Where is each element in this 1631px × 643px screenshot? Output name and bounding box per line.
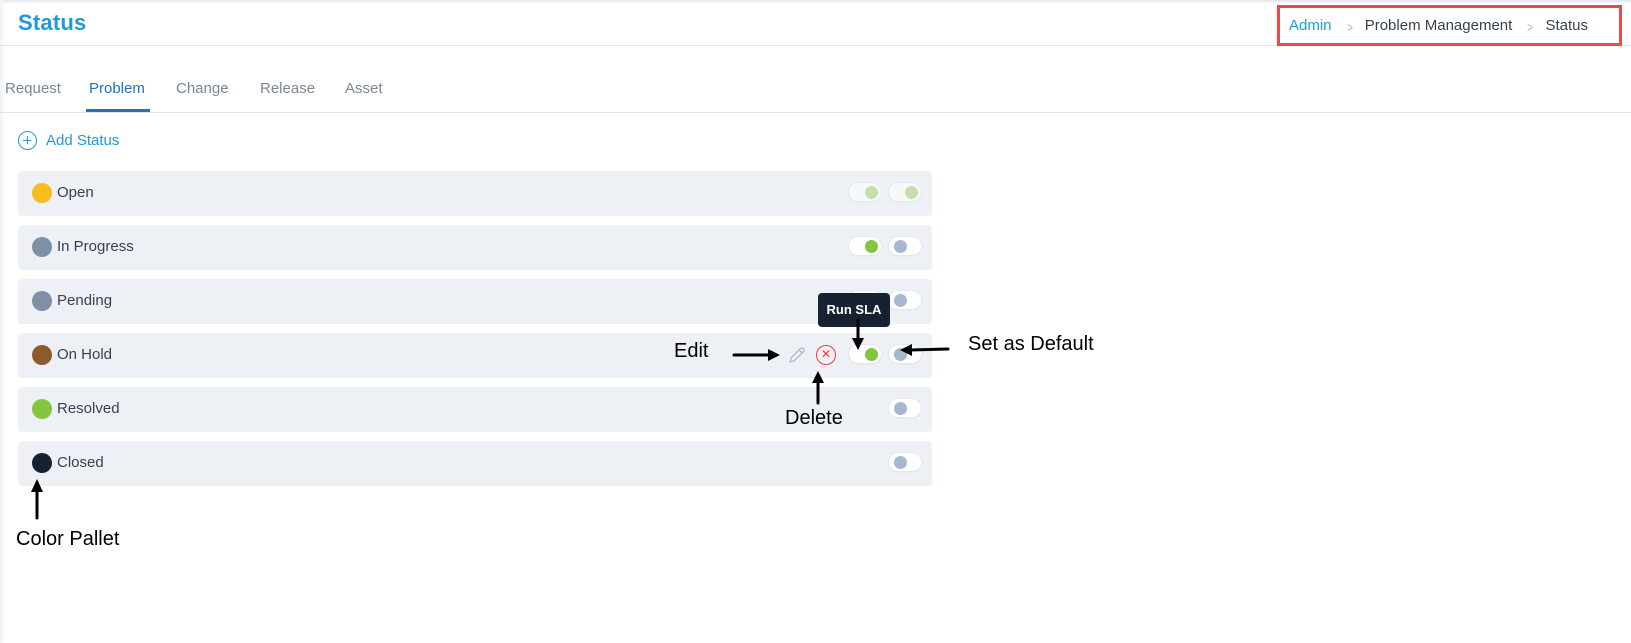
page-header: Status Admin > Problem Management > Stat… <box>0 0 1631 46</box>
toggle-knob <box>865 240 878 253</box>
set-default-toggle[interactable] <box>889 291 921 309</box>
arrow-right-icon <box>732 349 780 361</box>
add-status-button[interactable]: Add Status <box>18 131 119 150</box>
chevron-right-icon: > <box>1346 18 1353 35</box>
status-row-on-hold: On Hold ✕ <box>18 333 932 378</box>
page-title: Status <box>18 10 87 35</box>
tab-change[interactable]: Change <box>176 80 229 97</box>
annotation-color-pallet: Color Pallet <box>16 528 120 550</box>
tab-request[interactable]: Request <box>5 80 61 97</box>
toggle-knob <box>894 402 907 415</box>
chevron-right-icon: > <box>1527 18 1534 35</box>
color-pallet-dot[interactable] <box>32 345 52 365</box>
arrow-down-icon <box>852 318 864 350</box>
toggle-knob <box>894 456 907 469</box>
breadcrumb-problem-management[interactable]: Problem Management <box>1365 17 1513 34</box>
status-name: Pending <box>57 292 113 309</box>
toggle-knob <box>894 240 907 253</box>
tab-problem[interactable]: Problem <box>89 80 145 97</box>
active-tab-indicator <box>86 109 150 112</box>
run-sla-toggle[interactable] <box>849 237 881 255</box>
status-list: Open In Progress Pending On Hold ✕ Resol… <box>18 171 932 495</box>
set-default-toggle <box>889 183 921 201</box>
annotation-set-as-default: Set as Default <box>968 333 1094 355</box>
status-name: Closed <box>57 454 104 471</box>
status-row-closed: Closed <box>18 441 932 486</box>
tab-release[interactable]: Release <box>260 80 315 97</box>
status-row-pending: Pending <box>18 279 932 324</box>
tab-asset[interactable]: Asset <box>345 80 383 97</box>
toggle-knob <box>905 186 918 199</box>
annotation-delete: Delete <box>785 407 843 429</box>
status-name: Resolved <box>57 400 120 417</box>
breadcrumb-status: Status <box>1545 17 1589 34</box>
color-pallet-dot[interactable] <box>32 237 52 257</box>
status-row-in-progress: In Progress <box>18 225 932 270</box>
add-status-label: Add Status <box>46 132 120 149</box>
color-pallet-dot[interactable] <box>32 399 52 419</box>
color-pallet-dot[interactable] <box>32 291 52 311</box>
toggle-knob <box>865 348 878 361</box>
plus-circle-icon <box>18 131 37 150</box>
status-row-open: Open <box>18 171 932 216</box>
arrow-up-icon <box>812 371 824 405</box>
status-name: Open <box>57 184 94 201</box>
color-pallet-dot[interactable] <box>32 453 52 473</box>
breadcrumb: Admin > Problem Management > Status <box>1277 5 1622 46</box>
run-sla-toggle <box>849 183 881 201</box>
toggle-knob <box>865 186 878 199</box>
arrow-left-icon <box>900 344 950 356</box>
status-name: On Hold <box>57 346 113 363</box>
color-pallet-dot[interactable] <box>32 183 52 203</box>
status-name: In Progress <box>57 238 134 255</box>
set-default-toggle[interactable] <box>889 453 921 471</box>
toggle-knob <box>894 294 907 307</box>
set-default-toggle[interactable] <box>889 399 921 417</box>
breadcrumb-admin[interactable]: Admin <box>1289 17 1332 34</box>
set-default-toggle[interactable] <box>889 237 921 255</box>
delete-icon[interactable]: ✕ <box>816 345 836 365</box>
module-tabs: Request Problem Change Release Asset <box>0 74 1631 113</box>
arrow-up-icon <box>31 479 43 520</box>
annotation-edit: Edit <box>674 340 709 362</box>
pencil-icon[interactable] <box>787 345 807 365</box>
